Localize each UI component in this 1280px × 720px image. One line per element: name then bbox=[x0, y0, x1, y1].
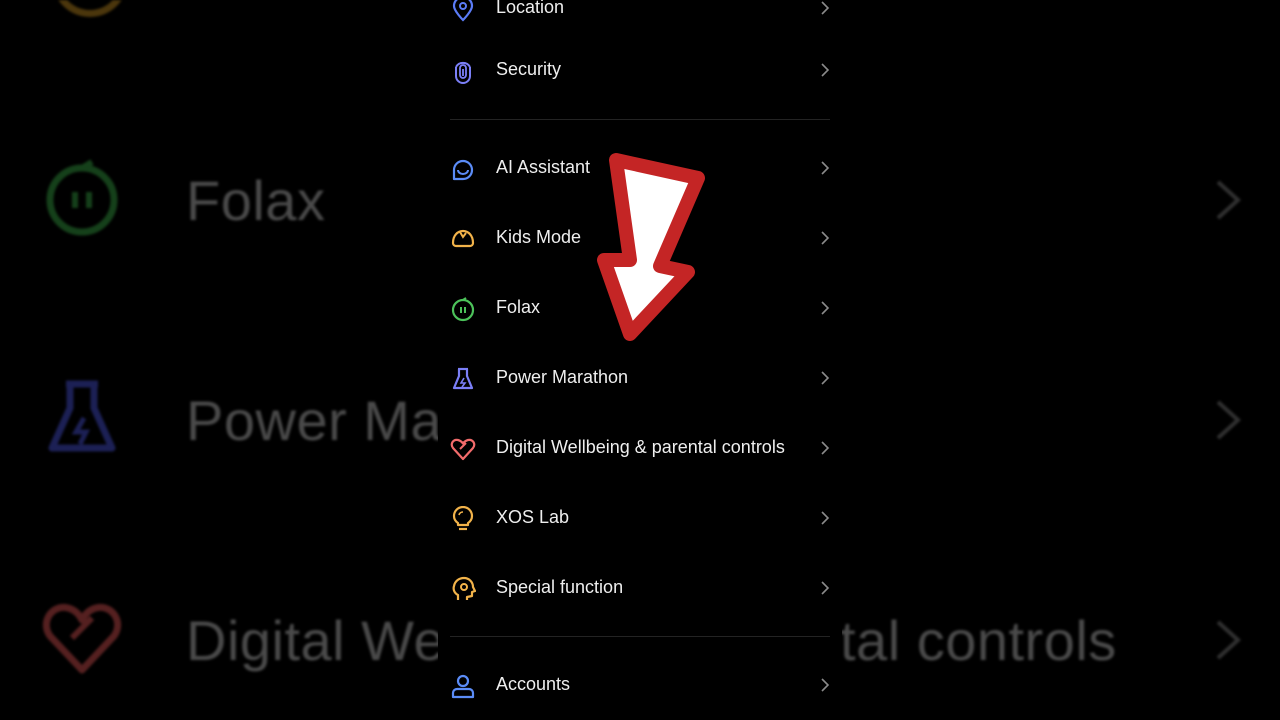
settings-item-special-function[interactable]: Special function bbox=[438, 558, 842, 618]
chevron-right-icon bbox=[821, 678, 830, 692]
chevron-right-icon bbox=[821, 1, 830, 15]
lightbulb-icon bbox=[450, 506, 476, 532]
settings-item-location[interactable]: Location bbox=[438, 0, 842, 38]
power-marathon-icon bbox=[48, 380, 116, 452]
bg-label-power-marathon: Power Ma bbox=[186, 389, 443, 452]
special-function-icon bbox=[450, 576, 476, 602]
chevron-right-icon bbox=[1216, 400, 1241, 440]
section-divider bbox=[450, 119, 830, 120]
settings-item-label: Security bbox=[496, 59, 562, 79]
bg-label-folax: Folax bbox=[186, 169, 326, 232]
settings-item-label: Special function bbox=[496, 577, 624, 597]
settings-item-security[interactable]: Security bbox=[438, 40, 842, 100]
kids-mode-icon bbox=[450, 226, 476, 252]
fingerprint-icon bbox=[450, 58, 476, 84]
settings-item-label: AI Assistant bbox=[496, 157, 591, 177]
settings-item-label: Kids Mode bbox=[496, 227, 582, 247]
ai-assistant-icon bbox=[450, 156, 476, 182]
chevron-right-icon bbox=[821, 441, 830, 455]
settings-item-xos-lab[interactable]: XOS Lab bbox=[438, 488, 842, 548]
settings-item-label: Folax bbox=[496, 297, 541, 317]
settings-item-power-marathon[interactable]: Power Marathon bbox=[438, 348, 842, 408]
power-marathon-icon bbox=[450, 366, 476, 392]
settings-item-label: Digital Wellbeing & parental controls bbox=[496, 437, 785, 457]
chevron-right-icon bbox=[821, 371, 830, 385]
chevron-right-icon bbox=[821, 161, 830, 175]
annotation-arrow-icon bbox=[597, 153, 705, 341]
folax-icon bbox=[450, 296, 476, 322]
settings-screen: Location Security AI Assistant Kids Mode… bbox=[438, 0, 842, 720]
chevron-right-icon bbox=[1216, 180, 1241, 220]
heart-icon bbox=[450, 436, 476, 462]
bg-partial-icon bbox=[52, 0, 128, 17]
folax-icon bbox=[46, 159, 118, 236]
settings-item-accounts[interactable]: Accounts bbox=[438, 655, 842, 715]
chevron-right-icon bbox=[821, 63, 830, 77]
chevron-right-icon bbox=[821, 231, 830, 245]
chevron-right-icon bbox=[821, 301, 830, 315]
section-divider bbox=[450, 636, 830, 637]
settings-item-digital-wellbeing[interactable]: Digital Wellbeing & parental controls bbox=[438, 418, 842, 478]
bg-label-tail: tal controls bbox=[840, 609, 1117, 672]
chevron-right-icon bbox=[821, 511, 830, 525]
settings-item-label: Accounts bbox=[496, 674, 571, 694]
chevron-right-icon bbox=[821, 581, 830, 595]
bg-label-digital-wellbeing: Digital We bbox=[186, 609, 446, 672]
location-icon bbox=[450, 0, 476, 22]
chevron-right-icon bbox=[1216, 620, 1241, 660]
settings-item-label: Location bbox=[496, 0, 565, 17]
settings-item-label: Power Marathon bbox=[496, 367, 629, 387]
account-icon bbox=[450, 673, 476, 699]
heart-icon bbox=[42, 603, 122, 674]
settings-item-label: XOS Lab bbox=[496, 507, 570, 527]
